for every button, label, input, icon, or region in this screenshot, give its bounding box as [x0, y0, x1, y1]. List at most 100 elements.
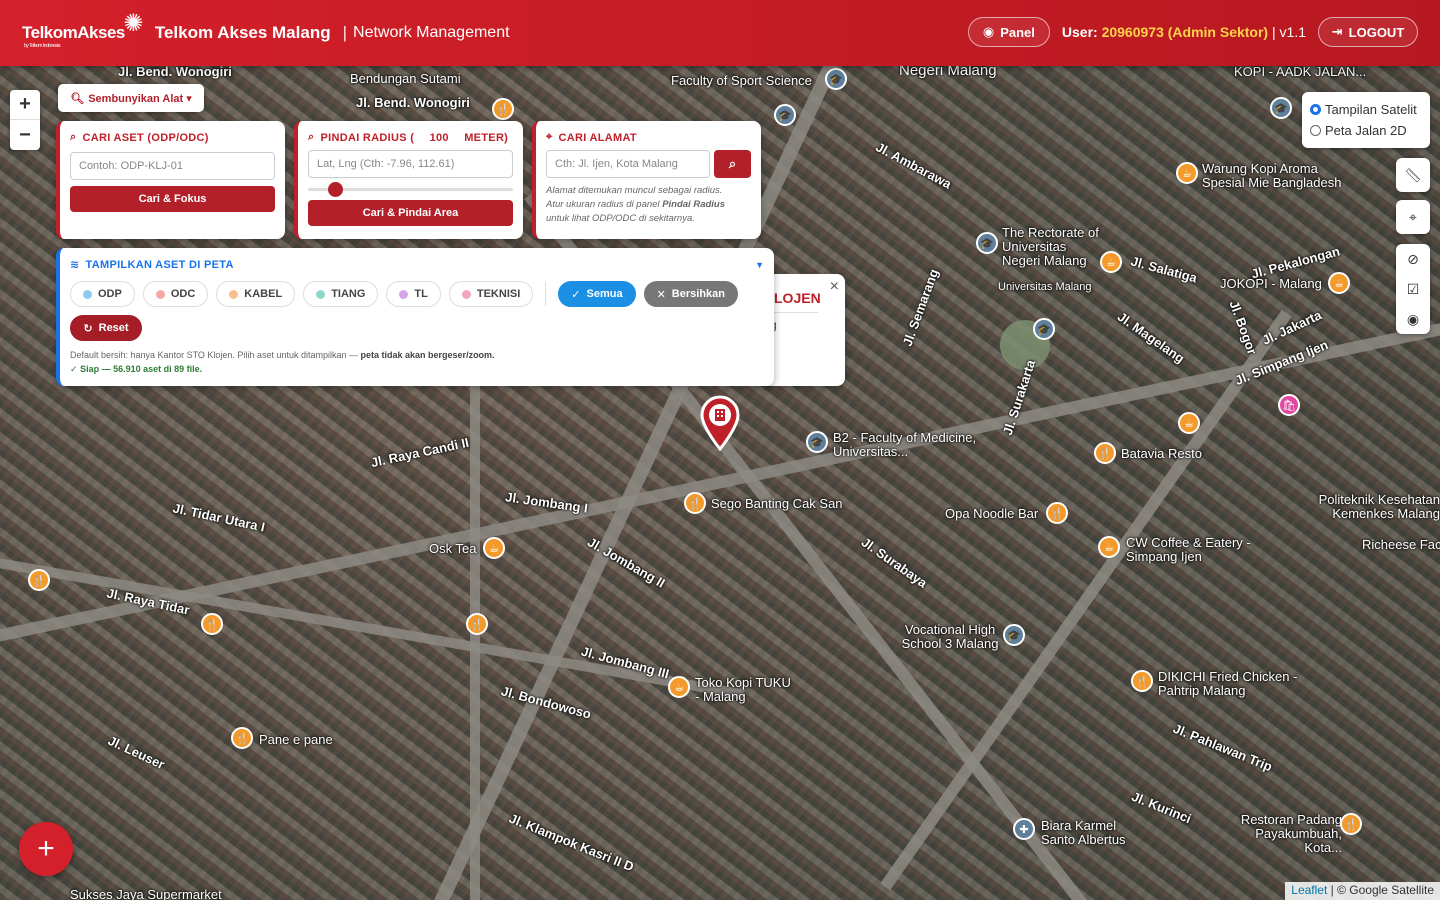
school-icon[interactable]: 🎓 — [976, 232, 998, 254]
cafe-icon[interactable]: ☕ — [1098, 536, 1120, 558]
map-label: Bendungan Sutami — [350, 71, 461, 86]
restaurant-icon[interactable]: 🍴 — [28, 569, 50, 591]
radio-icon — [1310, 125, 1321, 136]
map-label: Jl. Tidar Utara I — [171, 500, 267, 535]
restaurant-icon[interactable]: 🍴 — [684, 492, 706, 514]
radius-title-suffix: METER) — [464, 131, 509, 144]
map-poi-label: Faculty of Sport Science — [671, 73, 812, 88]
radius-slider-handle[interactable] — [328, 182, 343, 197]
restaurant-icon[interactable]: 🍴 — [1046, 502, 1068, 524]
map-attribution: Leaflet | © Google Satellite — [1285, 882, 1440, 900]
popup-close-button[interactable]: × — [830, 278, 839, 296]
chip-tl[interactable]: TL — [386, 281, 441, 307]
asset-status: ✓ Siap — 56.910 aset di 89 file. — [70, 364, 203, 374]
select-all-button[interactable]: ✓ Semua — [558, 281, 636, 307]
map-poi-label: Warung Kopi Aroma Spesial Mie Bangladesh — [1202, 161, 1342, 190]
radio-icon — [1310, 104, 1321, 115]
coordinate-input[interactable]: Lat, Lng (Cth: -7.96, 112.61) — [308, 150, 513, 178]
search-focus-button[interactable]: Cari & Fokus — [70, 186, 275, 212]
map-label: Jl. Bogor — [1226, 298, 1260, 357]
eye-icon[interactable]: ◉ — [1396, 304, 1430, 334]
logout-button[interactable]: ⇥ LOGOUT — [1318, 17, 1418, 47]
chip-tiang[interactable]: TIANG — [303, 281, 379, 307]
clipboard-check-icon[interactable]: ☑ — [1396, 274, 1430, 304]
school-icon[interactable]: 🎓 — [1270, 97, 1292, 119]
map-poi-label: Vocational High School 3 Malang — [901, 622, 999, 651]
restaurant-icon[interactable]: 🍴 — [1340, 813, 1362, 835]
cafe-icon[interactable]: ☕ — [483, 537, 505, 559]
address-input[interactable]: Cth: Jl. Ijen, Kota Malang — [546, 150, 710, 178]
cafe-icon[interactable]: ☕ — [1178, 412, 1200, 434]
map-label: Jl. Jombang I — [504, 489, 589, 516]
scan-area-button[interactable]: Cari & Pindai Area — [308, 200, 513, 226]
collapse-icon[interactable]: ▼ — [755, 260, 764, 270]
cafe-icon[interactable]: ☕ — [668, 676, 690, 698]
app-subtitle: Network Management — [353, 24, 510, 41]
map-poi-label: KOPI - AADK JALAN... — [1234, 64, 1367, 79]
school-icon[interactable]: 🎓 — [1003, 624, 1025, 646]
map-label: Jl. Salatiga — [1129, 253, 1199, 286]
address-hint: Alamat ditemukan muncul sebagai radius. A… — [546, 185, 726, 224]
chip-teknisi[interactable]: TEKNISI — [448, 281, 534, 307]
map-poi-label: JOKOPI - Malang — [1220, 276, 1322, 291]
panel-button[interactable]: ◉ Panel — [967, 17, 1050, 47]
map-label: Jl. Bend. Wonogiri — [118, 64, 232, 79]
restaurant-icon[interactable]: 🍴 — [201, 613, 223, 635]
layer-option-street[interactable]: Peta Jalan 2D — [1310, 120, 1422, 141]
close-icon: ✕ — [656, 288, 666, 301]
school-icon[interactable]: 🎓 — [774, 104, 796, 126]
search-icon: ⌕ — [308, 131, 315, 143]
map-poi-label: B2 - Faculty of Medicine, Universitas... — [833, 430, 977, 459]
search-icon: ⌕ — [70, 131, 77, 143]
cafe-icon[interactable]: ☕ — [1176, 162, 1198, 184]
logout-icon: ⇥ — [1331, 24, 1343, 39]
address-title: CARI ALAMAT — [558, 131, 637, 144]
school-icon[interactable]: 🎓 — [806, 431, 828, 453]
chip-kabel[interactable]: KABEL — [216, 281, 296, 307]
teknisi-dot-icon — [461, 289, 471, 299]
reset-button[interactable]: ↻ Reset — [70, 315, 142, 341]
ruler-icon[interactable]: 📏︎ — [1396, 158, 1430, 192]
kabel-dot-icon — [229, 289, 239, 299]
address-search-button[interactable]: ⌕ — [714, 150, 751, 178]
no-entry-icon[interactable]: ⊘ — [1396, 244, 1430, 274]
tiang-dot-icon — [316, 289, 326, 299]
leaflet-link[interactable]: Leaflet — [1291, 883, 1327, 897]
restaurant-icon[interactable]: 🍴 — [1131, 670, 1153, 692]
layers-icon: ≋ — [70, 259, 80, 271]
map-label: Jl. Magelang — [1114, 308, 1188, 367]
restaurant-icon[interactable]: 🍴 — [492, 98, 514, 120]
sto-location-marker[interactable] — [698, 393, 742, 452]
school-icon[interactable]: 🎓 — [825, 68, 847, 90]
add-button[interactable]: + — [19, 822, 73, 876]
map-poi-label: Osk Tea — [429, 541, 477, 556]
zoom-out-button[interactable]: − — [10, 120, 40, 150]
map-label: Jl. Bend. Wonogiri — [356, 95, 470, 110]
asset-search-input[interactable]: Contoh: ODP-KLJ-01 — [70, 152, 275, 180]
shopping-icon[interactable]: 🛍 — [1278, 394, 1300, 416]
cafe-icon[interactable]: ☕ — [1328, 272, 1350, 294]
restaurant-icon[interactable]: 🍴 — [1094, 442, 1116, 464]
telkomakses-logo: TelkomAkses by Telkom Indonesia ✺ — [22, 10, 143, 49]
search-icon: ⌕ — [728, 156, 737, 171]
restaurant-icon[interactable]: 🍴 — [231, 727, 253, 749]
clear-button[interactable]: ✕ Bersihkan — [643, 281, 738, 307]
layer-option-satellite[interactable]: Tampilan Satelit — [1310, 99, 1422, 120]
radius-slider[interactable] — [308, 180, 513, 198]
location-pin-icon[interactable]: ⌖ — [1396, 200, 1430, 234]
map-label: Jl. Leuser — [105, 732, 168, 773]
cafe-icon[interactable]: ☕ — [1100, 251, 1122, 273]
zoom-in-button[interactable]: + — [10, 90, 40, 120]
chip-odc[interactable]: ODC — [142, 281, 209, 307]
church-icon[interactable]: ✚ — [1013, 818, 1035, 840]
odc-dot-icon — [155, 289, 165, 299]
school-icon[interactable]: 🎓 — [1033, 318, 1055, 340]
chip-odp[interactable]: ODP — [70, 281, 135, 307]
radius-scan-card: ⌕ PINDAI RADIUS ( 100 METER) Lat, Lng (Ct… — [294, 121, 523, 239]
map-tools: ⌖ — [1396, 200, 1430, 234]
map-label: Jl. Ambarawa — [873, 139, 954, 192]
asset-display-panel: ≋ TAMPILKAN ASET DI PETA ▼ ODP ODC KABEL … — [56, 248, 774, 386]
hide-tools-button[interactable]: 🔍︎ Sembunyikan Alat ▾ — [58, 84, 204, 112]
restaurant-icon[interactable]: 🍴 — [466, 613, 488, 635]
map-label: Jl. Raya Candi II — [369, 434, 471, 471]
